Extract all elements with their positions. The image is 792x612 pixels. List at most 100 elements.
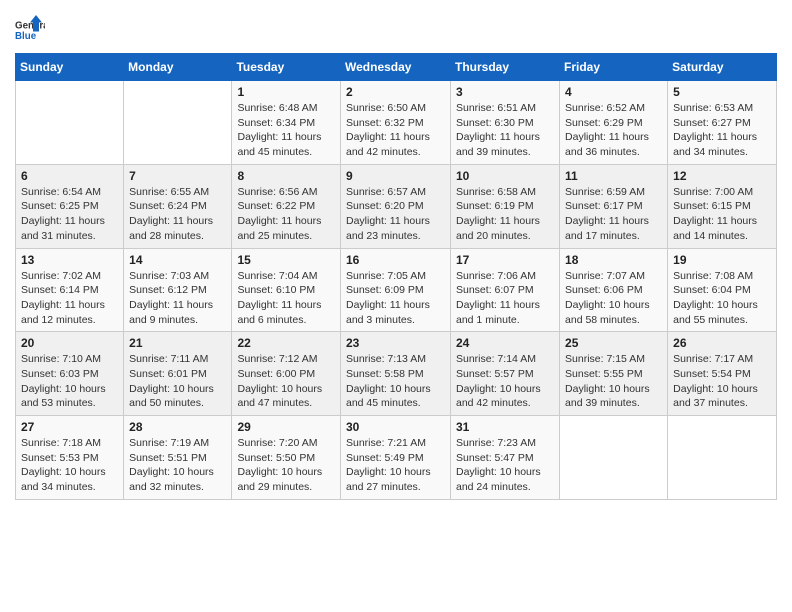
day-info: Sunrise: 7:21 AM Sunset: 5:49 PM Dayligh… xyxy=(346,436,445,495)
day-info: Sunrise: 6:52 AM Sunset: 6:29 PM Dayligh… xyxy=(565,101,662,160)
day-info: Sunrise: 7:23 AM Sunset: 5:47 PM Dayligh… xyxy=(456,436,554,495)
calendar-cell: 13 Sunrise: 7:02 AM Sunset: 6:14 PM Dayli… xyxy=(16,248,124,332)
day-number: 18 xyxy=(565,253,662,267)
calendar-cell xyxy=(16,81,124,165)
day-number: 19 xyxy=(673,253,771,267)
day-header-tuesday: Tuesday xyxy=(232,54,341,81)
day-number: 14 xyxy=(129,253,226,267)
calendar-cell: 27 Sunrise: 7:18 AM Sunset: 5:53 PM Dayli… xyxy=(16,416,124,500)
day-info: Sunrise: 7:11 AM Sunset: 6:01 PM Dayligh… xyxy=(129,352,226,411)
day-number: 24 xyxy=(456,336,554,350)
calendar-cell: 2 Sunrise: 6:50 AM Sunset: 6:32 PM Daylig… xyxy=(341,81,451,165)
calendar-cell: 24 Sunrise: 7:14 AM Sunset: 5:57 PM Dayli… xyxy=(451,332,560,416)
day-header-sunday: Sunday xyxy=(16,54,124,81)
day-number: 8 xyxy=(237,169,335,183)
day-header-thursday: Thursday xyxy=(451,54,560,81)
day-header-saturday: Saturday xyxy=(668,54,777,81)
day-number: 12 xyxy=(673,169,771,183)
day-info: Sunrise: 6:48 AM Sunset: 6:34 PM Dayligh… xyxy=(237,101,335,160)
day-number: 11 xyxy=(565,169,662,183)
day-number: 17 xyxy=(456,253,554,267)
day-number: 26 xyxy=(673,336,771,350)
day-number: 30 xyxy=(346,420,445,434)
day-number: 5 xyxy=(673,85,771,99)
day-info: Sunrise: 7:02 AM Sunset: 6:14 PM Dayligh… xyxy=(21,269,118,328)
day-info: Sunrise: 6:59 AM Sunset: 6:17 PM Dayligh… xyxy=(565,185,662,244)
logo: GeneralBlue xyxy=(15,15,45,45)
calendar-cell: 18 Sunrise: 7:07 AM Sunset: 6:06 PM Dayli… xyxy=(560,248,668,332)
day-info: Sunrise: 7:14 AM Sunset: 5:57 PM Dayligh… xyxy=(456,352,554,411)
day-number: 6 xyxy=(21,169,118,183)
day-info: Sunrise: 7:20 AM Sunset: 5:50 PM Dayligh… xyxy=(237,436,335,495)
day-info: Sunrise: 7:17 AM Sunset: 5:54 PM Dayligh… xyxy=(673,352,771,411)
calendar-week-4: 20 Sunrise: 7:10 AM Sunset: 6:03 PM Dayli… xyxy=(16,332,777,416)
calendar-cell: 21 Sunrise: 7:11 AM Sunset: 6:01 PM Dayli… xyxy=(124,332,232,416)
calendar-cell: 25Sunrise: 7:15 AM Sunset: 5:55 PM Dayli… xyxy=(560,332,668,416)
calendar-week-5: 27 Sunrise: 7:18 AM Sunset: 5:53 PM Dayli… xyxy=(16,416,777,500)
day-info: Sunrise: 7:18 AM Sunset: 5:53 PM Dayligh… xyxy=(21,436,118,495)
day-number: 22 xyxy=(237,336,335,350)
day-info: Sunrise: 7:12 AM Sunset: 6:00 PM Dayligh… xyxy=(237,352,335,411)
day-info: Sunrise: 6:51 AM Sunset: 6:30 PM Dayligh… xyxy=(456,101,554,160)
day-info: Sunrise: 7:04 AM Sunset: 6:10 PM Dayligh… xyxy=(237,269,335,328)
calendar-cell: 16Sunrise: 7:05 AM Sunset: 6:09 PM Dayli… xyxy=(341,248,451,332)
day-info: Sunrise: 7:07 AM Sunset: 6:06 PM Dayligh… xyxy=(565,269,662,328)
calendar-cell xyxy=(124,81,232,165)
calendar-cell: 23Sunrise: 7:13 AM Sunset: 5:58 PM Dayli… xyxy=(341,332,451,416)
day-number: 9 xyxy=(346,169,445,183)
calendar-table: SundayMondayTuesdayWednesdayThursdayFrid… xyxy=(15,53,777,500)
day-number: 3 xyxy=(456,85,554,99)
day-number: 28 xyxy=(129,420,226,434)
day-number: 27 xyxy=(21,420,118,434)
day-number: 13 xyxy=(21,253,118,267)
calendar-cell xyxy=(560,416,668,500)
calendar-cell: 8Sunrise: 6:56 AM Sunset: 6:22 PM Daylig… xyxy=(232,164,341,248)
calendar-cell: 19 Sunrise: 7:08 AM Sunset: 6:04 PM Dayli… xyxy=(668,248,777,332)
calendar-cell: 26 Sunrise: 7:17 AM Sunset: 5:54 PM Dayli… xyxy=(668,332,777,416)
day-number: 15 xyxy=(237,253,335,267)
calendar-cell: 28 Sunrise: 7:19 AM Sunset: 5:51 PM Dayli… xyxy=(124,416,232,500)
day-header-wednesday: Wednesday xyxy=(341,54,451,81)
calendar-cell: 12 Sunrise: 7:00 AM Sunset: 6:15 PM Dayli… xyxy=(668,164,777,248)
calendar-cell: 20 Sunrise: 7:10 AM Sunset: 6:03 PM Dayli… xyxy=(16,332,124,416)
calendar-cell: 6 Sunrise: 6:54 AM Sunset: 6:25 PM Daylig… xyxy=(16,164,124,248)
calendar-cell: 11 Sunrise: 6:59 AM Sunset: 6:17 PM Dayli… xyxy=(560,164,668,248)
day-info: Sunrise: 6:58 AM Sunset: 6:19 PM Dayligh… xyxy=(456,185,554,244)
day-info: Sunrise: 6:57 AM Sunset: 6:20 PM Dayligh… xyxy=(346,185,445,244)
calendar-cell: 9 Sunrise: 6:57 AM Sunset: 6:20 PM Daylig… xyxy=(341,164,451,248)
day-number: 10 xyxy=(456,169,554,183)
day-number: 21 xyxy=(129,336,226,350)
page-header: GeneralBlue xyxy=(15,15,777,45)
day-info: Sunrise: 7:06 AM Sunset: 6:07 PM Dayligh… xyxy=(456,269,554,328)
calendar-cell: 31 Sunrise: 7:23 AM Sunset: 5:47 PM Dayli… xyxy=(451,416,560,500)
day-info: Sunrise: 6:55 AM Sunset: 6:24 PM Dayligh… xyxy=(129,185,226,244)
day-info: Sunrise: 6:54 AM Sunset: 6:25 PM Dayligh… xyxy=(21,185,118,244)
day-number: 31 xyxy=(456,420,554,434)
day-number: 29 xyxy=(237,420,335,434)
calendar-cell: 14 Sunrise: 7:03 AM Sunset: 6:12 PM Dayli… xyxy=(124,248,232,332)
day-header-monday: Monday xyxy=(124,54,232,81)
day-number: 16 xyxy=(346,253,445,267)
day-number: 2 xyxy=(346,85,445,99)
day-info: Sunrise: 7:00 AM Sunset: 6:15 PM Dayligh… xyxy=(673,185,771,244)
day-number: 4 xyxy=(565,85,662,99)
calendar-body: 1Sunrise: 6:48 AM Sunset: 6:34 PM Daylig… xyxy=(16,81,777,500)
day-info: Sunrise: 7:08 AM Sunset: 6:04 PM Dayligh… xyxy=(673,269,771,328)
calendar-header-row: SundayMondayTuesdayWednesdayThursdayFrid… xyxy=(16,54,777,81)
day-info: Sunrise: 7:10 AM Sunset: 6:03 PM Dayligh… xyxy=(21,352,118,411)
logo-icon: GeneralBlue xyxy=(15,15,45,45)
calendar-week-2: 6 Sunrise: 6:54 AM Sunset: 6:25 PM Daylig… xyxy=(16,164,777,248)
calendar-cell: 5Sunrise: 6:53 AM Sunset: 6:27 PM Daylig… xyxy=(668,81,777,165)
day-info: Sunrise: 7:19 AM Sunset: 5:51 PM Dayligh… xyxy=(129,436,226,495)
calendar-cell: 1Sunrise: 6:48 AM Sunset: 6:34 PM Daylig… xyxy=(232,81,341,165)
day-number: 20 xyxy=(21,336,118,350)
day-number: 7 xyxy=(129,169,226,183)
calendar-cell: 15 Sunrise: 7:04 AM Sunset: 6:10 PM Dayli… xyxy=(232,248,341,332)
day-info: Sunrise: 6:50 AM Sunset: 6:32 PM Dayligh… xyxy=(346,101,445,160)
svg-text:Blue: Blue xyxy=(15,31,37,42)
day-info: Sunrise: 7:03 AM Sunset: 6:12 PM Dayligh… xyxy=(129,269,226,328)
calendar-cell: 17 Sunrise: 7:06 AM Sunset: 6:07 PM Dayli… xyxy=(451,248,560,332)
calendar-cell: 3 Sunrise: 6:51 AM Sunset: 6:30 PM Daylig… xyxy=(451,81,560,165)
calendar-cell: 7 Sunrise: 6:55 AM Sunset: 6:24 PM Daylig… xyxy=(124,164,232,248)
day-info: Sunrise: 7:15 AM Sunset: 5:55 PM Dayligh… xyxy=(565,352,662,411)
